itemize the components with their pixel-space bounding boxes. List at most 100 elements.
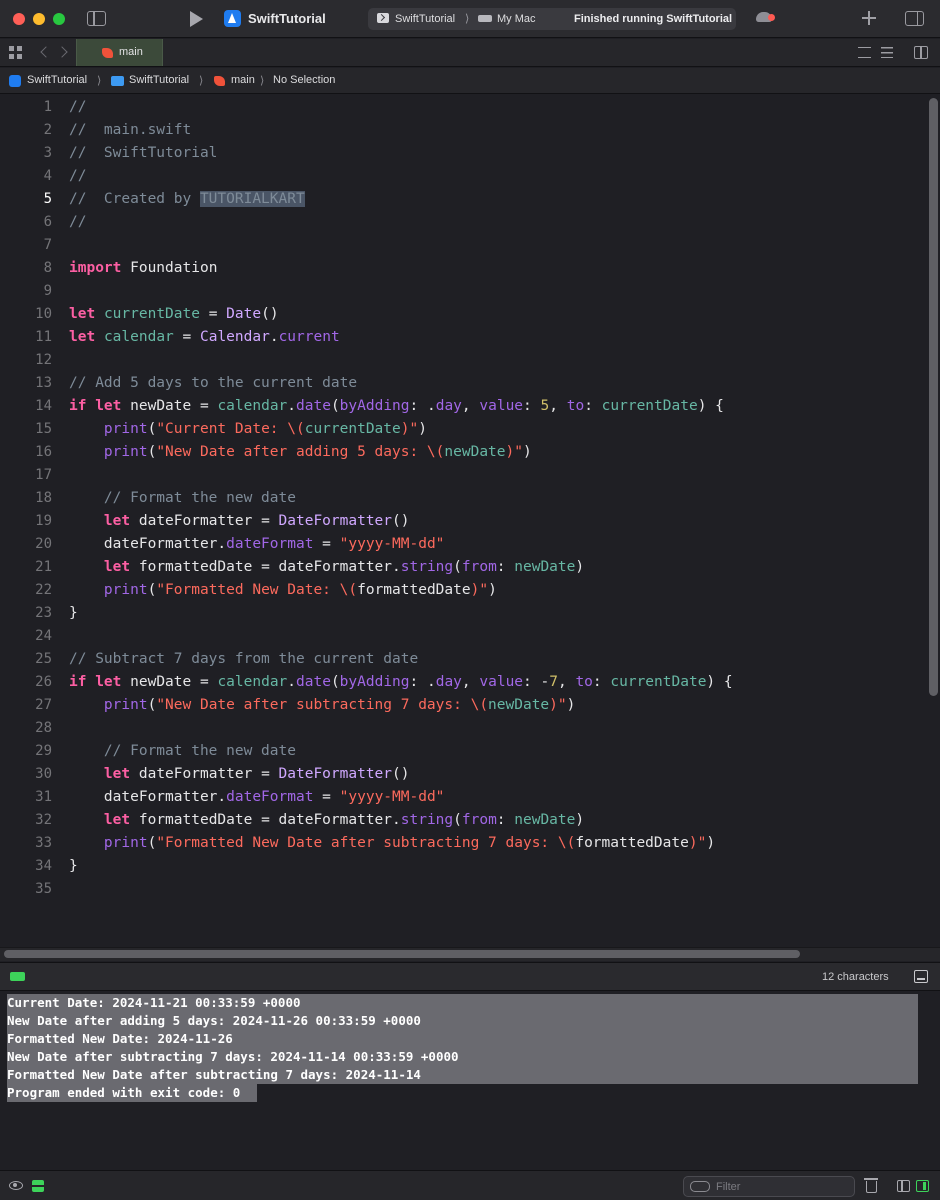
cloud-icon[interactable] (756, 12, 775, 22)
inspector-toggle-icon[interactable] (905, 11, 924, 26)
code-token: , (549, 398, 567, 414)
code-token: "Current Date: \( (156, 421, 305, 437)
close-window-button[interactable] (13, 13, 25, 25)
code-line[interactable]: 22 print("Formatted New Date: \(formatte… (0, 579, 926, 602)
code-line[interactable]: 11 let calendar = Calendar.current (0, 326, 926, 349)
code-token: ) { (706, 674, 733, 690)
related-items-icon[interactable] (9, 46, 22, 59)
code-line[interactable]: 2 // main.swift (0, 119, 926, 142)
add-library-icon[interactable] (862, 11, 876, 25)
navigator-toggle-icon[interactable] (87, 11, 106, 26)
code-line[interactable]: 33 print("Formatted New Date after subtr… (0, 832, 926, 855)
show-console-pane-icon[interactable] (916, 1180, 929, 1192)
breadcrumb-folder[interactable]: SwiftTutorial (129, 74, 189, 86)
scheme-selector[interactable]: SwiftTutorial (395, 13, 455, 25)
code-line[interactable]: 29 // Format the new date (0, 740, 926, 763)
app-title: SwiftTutorial (248, 11, 326, 26)
code-line[interactable]: 10 let currentDate = Date() (0, 303, 926, 326)
code-line[interactable]: 5 // Created by TUTORIALKART (0, 188, 926, 211)
code-token: value (479, 398, 524, 414)
character-count: 12 characters (822, 971, 889, 983)
code-line[interactable]: 31 dateFormatter.dateFormat = "yyyy-MM-d… (0, 786, 926, 809)
filter-icon[interactable] (690, 1181, 710, 1192)
code-line[interactable]: 35 (0, 878, 926, 901)
code-line[interactable]: 17 (0, 464, 926, 487)
code-line[interactable]: 23} (0, 602, 926, 625)
run-destination-selector[interactable]: My Mac (497, 13, 536, 25)
show-variables-pane-icon[interactable] (897, 1180, 910, 1192)
minimize-window-button[interactable] (33, 13, 45, 25)
code-line[interactable]: 1 // (0, 96, 926, 119)
variables-view-icon[interactable] (32, 1180, 44, 1192)
horizontal-scrollbar[interactable] (4, 950, 800, 958)
code-line[interactable]: 34} (0, 855, 926, 878)
code-line[interactable]: 9 (0, 280, 926, 303)
code-token: if (69, 674, 87, 690)
code-token: print (103, 697, 148, 713)
line-number: 6 (43, 214, 52, 230)
code-token: ( (453, 812, 462, 828)
code-line[interactable]: 6 // (0, 211, 926, 234)
code-token: newDate (514, 812, 576, 828)
editor-options-icon[interactable] (881, 47, 893, 58)
swift-icon (102, 48, 113, 58)
quick-look-eye-icon[interactable] (9, 1181, 23, 1190)
line-number: 12 (35, 352, 52, 368)
line-number: 16 (35, 444, 52, 460)
breadcrumb-project[interactable]: SwiftTutorial (27, 74, 87, 86)
code-line[interactable]: 27 print("New Date after subtracting 7 d… (0, 694, 926, 717)
code-line[interactable]: 28 (0, 717, 926, 740)
breadcrumb: SwiftTutorial ⟩ SwiftTutorial ⟩ main ⟩ N… (0, 68, 940, 94)
hide-debug-area-icon[interactable] (914, 970, 928, 983)
code-line[interactable]: 14 if let newDate = calendar.date(byAddin… (0, 395, 926, 418)
window-toolbar: SwiftTutorial SwiftTutorial ⟩ My Mac Fin… (0, 0, 940, 38)
split-editor-icon[interactable] (914, 46, 928, 59)
code-line[interactable]: 21 let formattedDate = dateFormatter.str… (0, 556, 926, 579)
code-line[interactable]: 4 // (0, 165, 926, 188)
filter-field[interactable] (683, 1176, 855, 1197)
code-token: Foundation (121, 260, 218, 276)
clear-console-trash-icon[interactable] (864, 1178, 878, 1193)
code-token: formattedDate = dateFormatter. (130, 812, 401, 828)
vertical-scrollbar[interactable] (929, 98, 938, 696)
swap-icon[interactable] (858, 47, 871, 58)
line-number: 24 (35, 628, 52, 644)
code-token: , (557, 674, 576, 690)
debug-area-icon[interactable] (10, 972, 25, 981)
filter-input[interactable] (716, 1179, 846, 1194)
code-line[interactable]: 7 (0, 234, 926, 257)
code-line[interactable]: 12 (0, 349, 926, 372)
code-line[interactable]: 24 (0, 625, 926, 648)
code-line[interactable]: 20 dateFormatter.dateFormat = "yyyy-MM-d… (0, 533, 926, 556)
code-line[interactable]: 25 // Subtract 7 days from the current da… (0, 648, 926, 671)
code-line[interactable]: 8 import Foundation (0, 257, 926, 280)
code-token: = (199, 306, 227, 322)
code-line[interactable]: 18 // Format the new date (0, 487, 926, 510)
forward-chevron-icon[interactable] (56, 46, 68, 58)
console-output[interactable]: Current Date: 2024-11-21 00:33:59 +0000 N… (0, 992, 940, 1170)
code-line[interactable]: 13 // Add 5 days to the current date (0, 372, 926, 395)
code-line[interactable]: 30 let dateFormatter = DateFormatter() (0, 763, 926, 786)
back-chevron-icon[interactable] (40, 46, 52, 58)
zoom-window-button[interactable] (53, 13, 65, 25)
breadcrumb-symbol[interactable]: No Selection (273, 74, 335, 86)
code-token: if (69, 398, 87, 414)
code-line[interactable]: 19 let dateFormatter = DateFormatter() (0, 510, 926, 533)
code-line[interactable]: 32 let formattedDate = dateFormatter.str… (0, 809, 926, 832)
code-token: , (461, 398, 480, 414)
code-line[interactable]: 15 print("Current Date: \(currentDate)") (0, 418, 926, 441)
run-button[interactable] (190, 11, 203, 27)
scheme-separator: ⟩ (465, 13, 470, 25)
source-editor[interactable]: 1 // 2 // main.swift 3 // SwiftTutorial 4 // 5 //… (0, 95, 940, 947)
line-number: 7 (43, 237, 52, 253)
code-token: ( (330, 674, 340, 690)
code-line[interactable]: 16 print("New Date after adding 5 days: … (0, 441, 926, 464)
line-number: 13 (35, 375, 52, 391)
code-token: () (261, 306, 279, 322)
code-line[interactable]: 3 // SwiftTutorial (0, 142, 926, 165)
line-number: 21 (35, 559, 52, 575)
tab-main[interactable]: main (76, 39, 163, 66)
code-line[interactable]: 26 if let newDate = calendar.date(byAddin… (0, 671, 926, 694)
breadcrumb-file[interactable]: main (231, 74, 255, 86)
